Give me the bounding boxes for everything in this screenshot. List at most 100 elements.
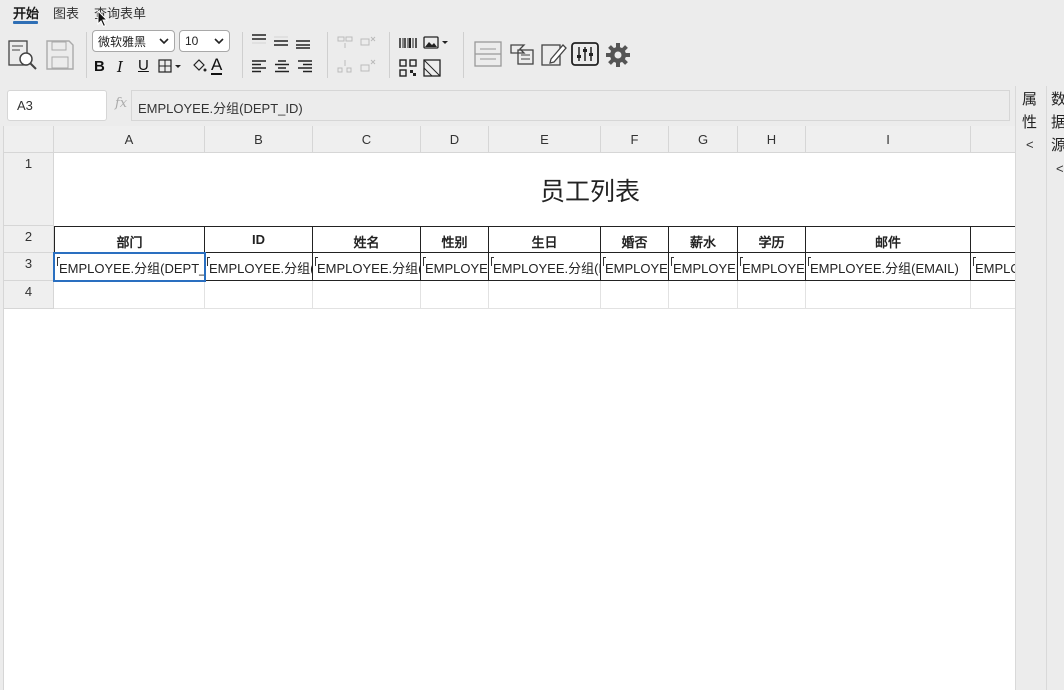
align-right-icon[interactable] xyxy=(296,58,314,74)
slash-cell-icon[interactable] xyxy=(422,59,442,77)
expand-marker-icon xyxy=(603,257,606,266)
header-cell[interactable]: ID xyxy=(205,226,313,253)
tab-chart[interactable]: 图表 xyxy=(53,3,79,22)
formula-input[interactable]: EMPLOYEE.分组(DEPT_ID) xyxy=(131,90,1010,121)
align-center-icon[interactable] xyxy=(273,58,291,74)
italic-button[interactable]: I xyxy=(117,58,123,76)
data-cell[interactable]: EMPLOYEE.分组(EMAIL) xyxy=(806,253,971,281)
align-bottom-icon[interactable] xyxy=(294,36,312,50)
data-cell[interactable]: EMPLOYEE.分组(SALARY) xyxy=(669,253,738,281)
dataset-icon[interactable] xyxy=(508,40,536,68)
bold-button[interactable]: B xyxy=(94,58,105,75)
font-family-select[interactable]: 微软雅黑 xyxy=(92,30,175,52)
active-tab-indicator xyxy=(13,21,38,24)
empty-cell[interactable] xyxy=(971,281,1015,309)
column-header[interactable]: I xyxy=(806,126,971,153)
header-cell[interactable]: 婚否 xyxy=(601,226,669,253)
data-cell-text: EMPLOYEE.分组(DEGREE) xyxy=(742,261,805,276)
column-header[interactable]: E xyxy=(489,126,601,153)
data-cell[interactable]: EMPLOYEE.分组(DEGREE) xyxy=(738,253,806,281)
data-cell[interactable]: EMPLOYEE.分组(PHONE) xyxy=(971,253,1015,281)
data-cell[interactable]: EMPLOYEE.分组(MARRIED) xyxy=(601,253,669,281)
empty-cell[interactable] xyxy=(738,281,806,309)
column-header[interactable]: D xyxy=(421,126,489,153)
data-cell[interactable]: EMPLOYEE.分组(SEX) xyxy=(421,253,489,281)
column-header[interactable]: H xyxy=(738,126,806,153)
report-designer: 开始 图表 查询表单 微软雅黑 10 B I U A A3 fx EMPLOYE… xyxy=(0,0,1064,690)
expand-arrow-icon[interactable]: < xyxy=(1026,137,1034,152)
data-cell-text: EMPLOYEE.分组(EMAIL) xyxy=(810,261,959,276)
header-cell[interactable]: 学历 xyxy=(738,226,806,253)
toolbar-separator xyxy=(463,32,464,78)
header-cell[interactable] xyxy=(971,226,1015,253)
font-color-button[interactable]: A xyxy=(211,56,223,75)
row-header[interactable]: 1 xyxy=(4,153,54,226)
row-header[interactable]: 4 xyxy=(4,281,54,309)
expand-arrow-icon[interactable]: < xyxy=(1056,161,1064,176)
fx-icon: fx xyxy=(115,96,128,111)
data-cell-text: EMPLOYEE.分组(NAME) xyxy=(317,261,421,276)
column-header[interactable] xyxy=(971,126,1015,153)
column-header[interactable]: G xyxy=(669,126,738,153)
data-cell[interactable]: EMPLOYEE.分组(DEPT_ID) xyxy=(54,253,205,281)
row-header[interactable]: 3 xyxy=(4,253,54,281)
report-title: 员工列表 xyxy=(540,178,641,206)
spreadsheet-grid[interactable]: A B C D E F G H I 1 2 3 4 员工列表 部门 ID 姓名 … xyxy=(3,126,1015,690)
empty-cell[interactable] xyxy=(489,281,601,309)
image-icon[interactable] xyxy=(423,36,451,50)
header-cell[interactable]: 薪水 xyxy=(669,226,738,253)
insert-row-icon xyxy=(335,58,355,74)
settings-icon[interactable] xyxy=(604,41,632,69)
empty-cell[interactable] xyxy=(601,281,669,309)
header-cell[interactable]: 生日 xyxy=(489,226,601,253)
corner-cell[interactable] xyxy=(4,126,54,153)
qrcode-icon[interactable] xyxy=(398,59,418,77)
empty-cell[interactable] xyxy=(806,281,971,309)
report-title-cell[interactable]: 员工列表 xyxy=(55,154,1015,226)
datasource-panel-tab[interactable]: 数据源 < xyxy=(1046,86,1064,690)
fill-color-icon[interactable] xyxy=(190,57,208,75)
properties-panel-tab[interactable]: 属性 < xyxy=(1015,86,1046,690)
empty-cell[interactable] xyxy=(205,281,313,309)
align-top-icon[interactable] xyxy=(250,32,268,46)
cell-reference-box[interactable]: A3 xyxy=(7,90,107,121)
empty-cell[interactable] xyxy=(421,281,489,309)
empty-cell[interactable] xyxy=(313,281,421,309)
barcode-icon[interactable] xyxy=(397,36,419,50)
data-cell-text: EMPLOYEE.分组(PHONE) xyxy=(975,261,1015,276)
align-middle-icon[interactable] xyxy=(272,34,290,48)
font-family-value: 微软雅黑 xyxy=(98,34,147,49)
empty-cell[interactable] xyxy=(54,281,205,309)
header-cell[interactable]: 姓名 xyxy=(313,226,421,253)
data-cell-text: EMPLOYEE.分组(MARRIED) xyxy=(605,261,668,276)
preview-icon[interactable] xyxy=(7,38,39,72)
data-cell[interactable]: EMPLOYEE.分组(BIRTHDAY) xyxy=(489,253,601,281)
save-icon[interactable] xyxy=(45,39,75,71)
row-header[interactable]: 2 xyxy=(4,226,54,253)
header-cell[interactable]: 部门 xyxy=(54,226,205,253)
column-header[interactable]: B xyxy=(205,126,313,153)
empty-cell[interactable] xyxy=(669,281,738,309)
properties-panel-label: 属性 xyxy=(1022,91,1038,131)
column-header[interactable]: A xyxy=(54,126,205,153)
edit-icon[interactable] xyxy=(539,40,567,68)
expand-marker-icon xyxy=(491,257,494,266)
column-header[interactable]: C xyxy=(313,126,421,153)
align-left-icon[interactable] xyxy=(250,58,268,74)
datasource-panel-label: 数据源 xyxy=(1051,88,1064,157)
header-cell[interactable]: 邮件 xyxy=(806,226,971,253)
tab-start[interactable]: 开始 xyxy=(13,3,39,22)
toolbar-separator xyxy=(242,32,243,78)
border-icon[interactable] xyxy=(158,58,186,74)
data-cell-text: EMPLOYEE.分组(SALARY) xyxy=(673,261,737,276)
column-header[interactable]: F xyxy=(601,126,669,153)
font-size-select[interactable]: 10 xyxy=(179,30,230,52)
underline-button[interactable]: U xyxy=(138,57,149,74)
header-cell[interactable]: 性别 xyxy=(421,226,489,253)
page-break-icon[interactable] xyxy=(473,40,503,68)
data-cell[interactable]: EMPLOYEE.分组(NAME) xyxy=(313,253,421,281)
data-cell[interactable]: EMPLOYEE.分组(ID) xyxy=(205,253,313,281)
sliders-icon[interactable] xyxy=(570,40,600,68)
mouse-cursor-icon xyxy=(97,10,109,28)
expand-marker-icon xyxy=(973,257,976,266)
